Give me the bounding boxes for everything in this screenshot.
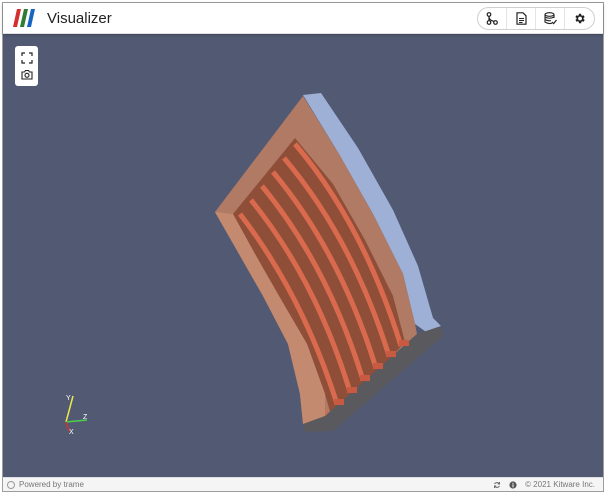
powered-by-text: Powered by trame [19, 480, 84, 489]
info-icon[interactable] [509, 480, 517, 489]
settings-button[interactable] [565, 8, 594, 29]
axis-y-label: Y [66, 395, 71, 402]
sync-icon[interactable] [493, 481, 501, 489]
screenshot-button[interactable] [19, 68, 35, 82]
footer-right: © 2021 Kitware Inc. [493, 480, 595, 489]
footer-left: Powered by trame [7, 480, 84, 489]
pipeline-button[interactable] [478, 8, 507, 29]
3d-scene: Y Z X [65, 93, 443, 436]
graph-branch-icon [486, 12, 498, 25]
render-view[interactable]: Y Z X [3, 34, 603, 477]
database-check-icon [543, 12, 557, 25]
camera-icon [20, 69, 33, 80]
reset-camera-button[interactable] [19, 51, 35, 65]
copyright-text: © 2021 Kitware Inc. [525, 480, 595, 489]
app-frame: Visualizer Y Z X Powered by trame © 2021… [2, 2, 604, 492]
axis-z-label: Z [83, 414, 88, 421]
axis-x-label: X [69, 429, 74, 436]
toolbar-button-group [477, 7, 595, 30]
view-toolbar [15, 46, 38, 86]
fullscreen-corners-icon [20, 51, 33, 64]
progress-ring-icon [7, 480, 15, 489]
file-document-icon [515, 12, 527, 25]
file-button[interactable] [507, 8, 536, 29]
trame-logo-icon [13, 9, 35, 27]
app-title: Visualizer [47, 10, 112, 27]
status-footer: Powered by trame © 2021 Kitware Inc. [3, 477, 603, 491]
app-bar: Visualizer [3, 3, 603, 34]
gear-icon [575, 13, 585, 24]
orientation-axes: Y Z X [65, 395, 88, 436]
data-button[interactable] [536, 8, 565, 29]
